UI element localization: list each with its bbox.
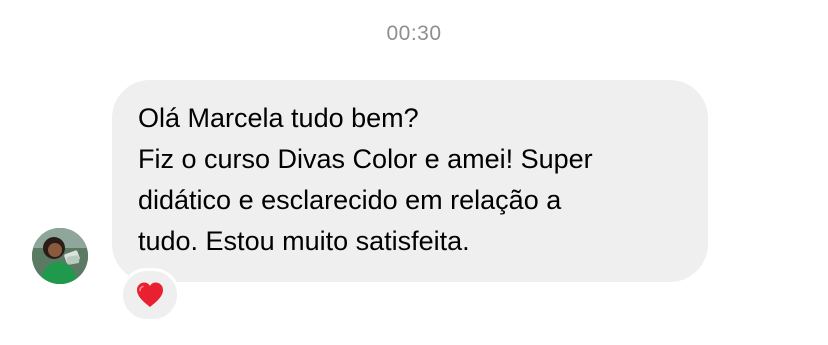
message-line: Fiz o curso Divas Color e amei! Super [138,144,593,174]
avatar-photo-icon [32,228,88,284]
message-line: Olá Marcela tudo bem? [138,103,419,133]
message-bubble[interactable]: Olá Marcela tudo bem? Fiz o curso Divas … [112,80,708,282]
sender-avatar[interactable] [32,228,88,284]
heart-icon [137,282,163,307]
reaction-badge[interactable] [120,268,180,322]
message-timestamp: 00:30 [386,22,442,45]
chat-thread: 00:30 Olá Marcela tudo bem? Fiz o curso … [0,0,828,345]
message-line: didático e esclarecido em relação a [138,185,562,215]
message-line: tudo. Estou muito satisfeita. [138,226,470,256]
